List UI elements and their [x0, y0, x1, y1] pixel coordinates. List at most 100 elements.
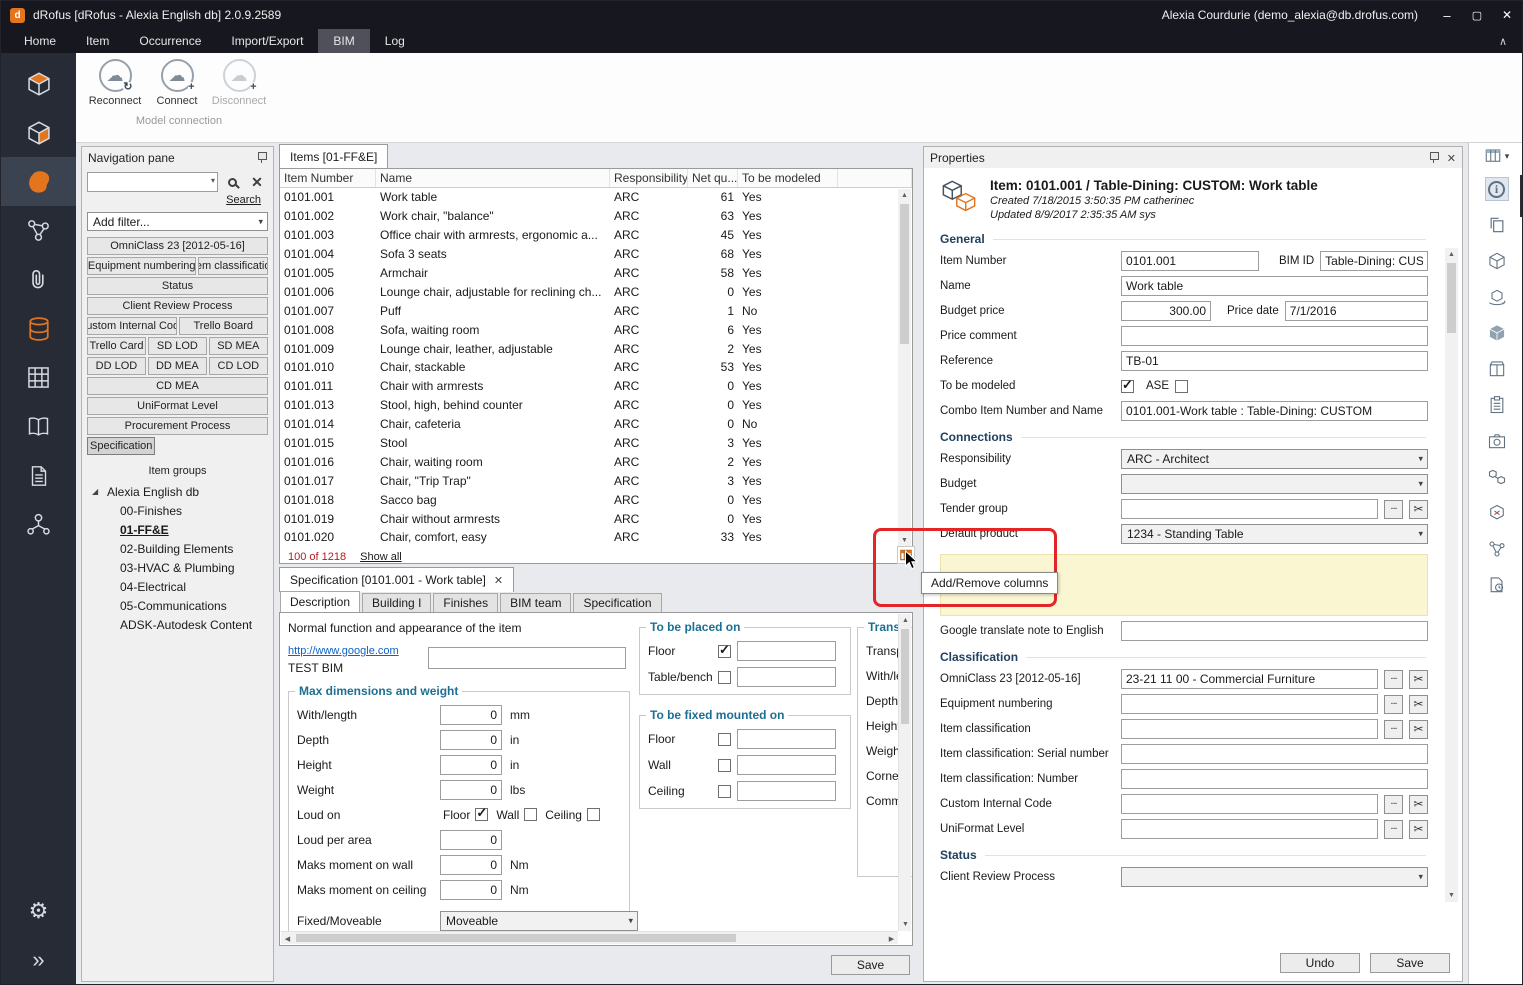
menu-tab[interactable]: Occurrence [124, 29, 216, 53]
copy-icon[interactable] [1485, 213, 1509, 237]
clear-value-icon[interactable] [1409, 500, 1428, 519]
browse-button[interactable] [1384, 720, 1403, 739]
filter-button[interactable]: CD LOD [209, 357, 268, 375]
dimension-input[interactable] [440, 780, 502, 800]
placed-on-input[interactable] [737, 667, 836, 687]
documents-icon[interactable] [1, 451, 76, 500]
table-row[interactable]: 0101.011 Chair with armrests ARC 0 Yes [280, 377, 912, 396]
fixed-mounted-input[interactable] [737, 781, 836, 801]
database-icon[interactable] [1, 304, 76, 353]
budget-price-input[interactable] [1121, 301, 1211, 321]
info-icon[interactable] [1485, 177, 1509, 201]
close-tab-icon[interactable] [494, 574, 503, 587]
name-input[interactable] [1121, 276, 1428, 296]
spec-subtab[interactable]: Building I [362, 593, 431, 612]
filter-button[interactable]: Specification [87, 437, 155, 455]
client-review-dropdown[interactable] [1121, 867, 1428, 887]
filter-button[interactable]: UniFormat Level [87, 397, 268, 415]
table-row[interactable]: 0101.008 Sofa, waiting room ARC 6 Yes [280, 320, 912, 339]
filter-button[interactable]: Equipment numbering [87, 257, 196, 275]
table-row[interactable]: 0101.006 Lounge chair, adjustable for re… [280, 282, 912, 301]
table-row[interactable]: 0101.002 Work chair, "balance" ARC 63 Ye… [280, 207, 912, 226]
fixed-mounted-checkbox[interactable] [718, 759, 731, 772]
classification-input[interactable] [1121, 719, 1378, 739]
classification-input[interactable] [1121, 819, 1378, 839]
filter-button[interactable]: DD LOD [87, 357, 146, 375]
pin-icon[interactable] [256, 151, 267, 164]
ribbon-button[interactable]: ☁+ Disconnect [210, 59, 268, 107]
filter-button[interactable]: SD LOD [148, 337, 207, 355]
tender-group-input[interactable] [1121, 499, 1378, 519]
clear-value-icon[interactable] [1409, 695, 1428, 714]
table-row[interactable]: 0101.016 Chair, waiting room ARC 2 Yes [280, 452, 912, 471]
moment-input[interactable] [440, 855, 502, 875]
combo-input[interactable] [1121, 401, 1428, 421]
tree-item[interactable]: 01-FF&E [92, 520, 273, 539]
classification-input[interactable] [1121, 744, 1428, 764]
menu-tab[interactable]: BIM [318, 29, 369, 53]
filter-button[interactable]: Trello Board [179, 317, 269, 335]
add-filter-dropdown[interactable]: Add filter... [87, 212, 268, 231]
spec-horizontal-scrollbar[interactable] [281, 931, 898, 944]
classification-input[interactable] [1121, 769, 1428, 789]
column-header[interactable]: Net qu... [688, 169, 738, 187]
column-header[interactable]: To be modeled [738, 169, 838, 187]
ribbon-button[interactable]: ☁+ Connect [148, 59, 206, 107]
spec-subtab[interactable]: Specification [573, 593, 661, 612]
column-header[interactable]: Name [376, 169, 610, 187]
column-header[interactable]: Item Number [280, 169, 376, 187]
expander-icon[interactable] [92, 487, 102, 496]
price-comment-input[interactable] [1121, 326, 1428, 346]
search-input[interactable] [87, 172, 218, 192]
browse-button[interactable] [1384, 670, 1403, 689]
table-row[interactable]: 0101.020 Chair, comfort, easy ARC 33 Yes [280, 528, 912, 547]
maximize-button[interactable] [1462, 1, 1492, 29]
table-row[interactable]: 0101.007 Puff ARC 1 No [280, 301, 912, 320]
table-row[interactable]: 0101.010 Chair, stackable ARC 53 Yes [280, 358, 912, 377]
google-link[interactable]: http://www.google.com [288, 645, 399, 657]
bim-model-alt-icon[interactable] [1, 108, 76, 157]
table-row[interactable]: 0101.014 Chair, cafeteria ARC 0 No [280, 415, 912, 434]
specification-tab[interactable]: Specification [0101.001 - Work table] [279, 567, 514, 592]
filter-button[interactable]: DD MEA [148, 357, 207, 375]
filter-button[interactable]: Procurement Process [87, 417, 268, 435]
linked-cubes-icon[interactable] [1485, 465, 1509, 489]
filter-button[interactable]: SD MEA [209, 337, 268, 355]
spec-vertical-scrollbar[interactable] [898, 614, 911, 931]
fixed-mounted-input[interactable] [737, 729, 836, 749]
clear-search-icon[interactable]: ✕ [246, 172, 268, 192]
items-icon[interactable] [1, 157, 76, 206]
browse-button[interactable] [1384, 500, 1403, 519]
box-icon[interactable] [1485, 357, 1509, 381]
placed-on-checkbox[interactable] [718, 645, 731, 658]
view-selector[interactable]: ▾ [1469, 143, 1523, 169]
spec-save-button[interactable]: Save [831, 955, 910, 975]
ribbon-button[interactable]: ☁↻ Reconnect [86, 59, 144, 107]
responsibility-dropdown[interactable]: ARC - Architect [1121, 449, 1428, 469]
camera-icon[interactable] [1485, 429, 1509, 453]
budget-dropdown[interactable] [1121, 474, 1428, 494]
close-button[interactable] [1492, 1, 1522, 29]
filter-button[interactable]: Custom Internal Code [87, 317, 177, 335]
tree-item[interactable]: 02-Building Elements [92, 539, 273, 558]
item-number-input[interactable] [1121, 251, 1259, 271]
bim-id-input[interactable] [1320, 251, 1428, 271]
filter-button[interactable]: Status [87, 277, 268, 295]
rooms-matrix-icon[interactable] [1, 353, 76, 402]
fixed-mounted-checkbox[interactable] [718, 733, 731, 746]
reference-input[interactable] [1121, 351, 1428, 371]
filter-button[interactable]: Item classification [198, 257, 268, 275]
organization-icon[interactable] [1, 500, 76, 549]
filter-button[interactable]: CD MEA [87, 377, 268, 395]
classification-input[interactable] [1121, 669, 1378, 689]
search-link[interactable]: Search [82, 194, 261, 206]
tree-item[interactable]: 00-Finishes [92, 501, 273, 520]
cube-stack-icon[interactable] [1485, 249, 1509, 273]
minimize-button[interactable] [1432, 1, 1462, 29]
pin-icon[interactable] [1428, 151, 1439, 164]
menu-tab[interactable]: Home [9, 29, 71, 53]
fixed-moveable-dropdown[interactable]: Moveable [440, 911, 638, 931]
expand-sidebar-icon[interactable]: » [1, 935, 76, 984]
menu-tab[interactable]: Import/Export [216, 29, 318, 53]
menu-tab[interactable]: Log [370, 29, 420, 53]
